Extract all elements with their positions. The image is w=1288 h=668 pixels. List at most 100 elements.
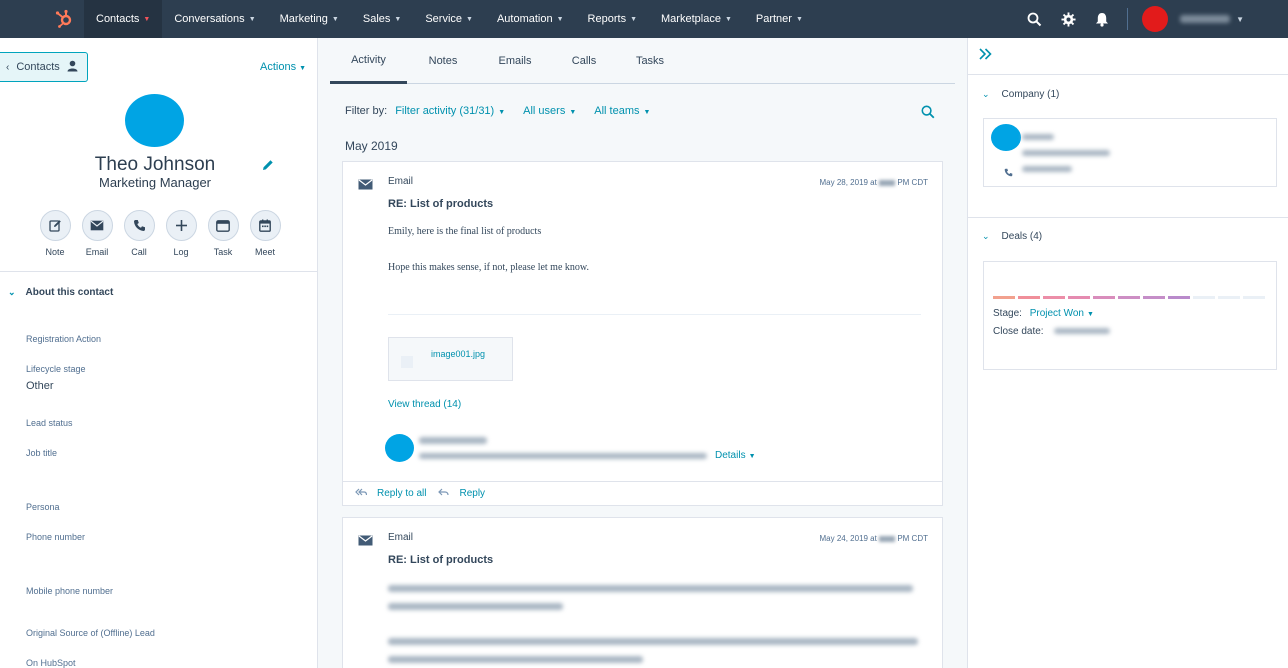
phone-icon[interactable] [123,210,155,241]
redacted-time [879,535,896,542]
nav-label: Partner [755,13,792,25]
nav-contacts[interactable]: Contacts ▼ [84,0,163,38]
nav-partner[interactable]: Partner ▼ [744,0,815,38]
redacted-close-date [1054,328,1110,334]
tab-calls[interactable]: Calls [551,38,617,84]
deals-section-toggle[interactable]: ⌄ Deals (4) [982,231,1042,242]
meet-action[interactable]: Meet [244,210,286,257]
actions-dropdown[interactable]: Actions ▼ [260,61,306,73]
tab-emails[interactable]: Emails [479,38,551,84]
tab-tasks[interactable]: Tasks [617,38,683,84]
property-value[interactable]: Other [26,380,54,392]
task-action[interactable]: Task [202,210,244,257]
nav-sales[interactable]: Sales ▼ [351,0,413,38]
email-subject[interactable]: RE: List of products [388,198,493,210]
pipeline-stage-segment [1018,296,1040,299]
filter-activity-dropdown[interactable]: Filter activity (31/31) ▼ [395,105,505,117]
month-header: May 2019 [345,139,398,153]
reply-all-icon[interactable] [355,488,368,500]
property-label: Lead status [26,418,73,428]
reply-icon[interactable] [438,488,450,500]
tab-label: Activity [351,53,386,66]
activity-timeline: Activity Notes Emails Calls Tasks Filter… [318,38,967,668]
stage-label: Stage: [993,308,1022,319]
pipeline-stage-segment [1118,296,1140,299]
log-action[interactable]: Log [160,210,202,257]
chevron-left-icon: ‹ [6,61,10,73]
note-action[interactable]: Note [34,210,76,257]
collapse-sidebar-icon[interactable] [979,47,992,65]
tab-notes[interactable]: Notes [407,38,479,84]
chevron-down-icon: ▼ [630,15,638,23]
chevron-down-icon[interactable]: ▼ [1236,15,1244,24]
property-label: Job title [26,448,58,458]
phone-icon [1004,164,1013,182]
all-teams-dropdown[interactable]: All teams ▼ [594,105,650,117]
pipeline-stage-segment [1193,296,1215,299]
email-activity-card[interactable]: Email May 28, 2019 at PM CDT RE: List of… [342,161,943,506]
bell-icon[interactable] [1085,0,1119,38]
envelope-icon[interactable] [81,210,113,241]
about-section-toggle[interactable]: ⌄ About this contact [8,287,113,298]
activity-tabs: Activity Notes Emails Calls Tasks [330,38,955,84]
email-activity-card[interactable]: Email May 24, 2019 at PM CDT RE: List of… [342,517,943,668]
pencil-icon[interactable] [39,210,71,241]
tab-label: Tasks [635,55,665,67]
nav-reports[interactable]: Reports ▼ [576,0,649,38]
contact-avatar[interactable] [125,94,184,147]
email-action[interactable]: Email [76,210,118,257]
all-users-dropdown[interactable]: All users ▼ [523,105,576,117]
chevron-down-icon: ▼ [248,15,256,23]
pipeline-stage-segment [1243,296,1265,299]
nav-service[interactable]: Service ▼ [413,0,485,38]
gear-icon[interactable] [1051,0,1085,38]
task-icon[interactable] [207,210,239,241]
chevron-down-icon: ▼ [643,109,651,116]
company-section-toggle[interactable]: ⌄ Company (1) [982,89,1059,100]
property-label: Mobile phone number [26,586,114,596]
reply-link[interactable]: Reply [459,488,485,499]
property-label: Original Source of (Offline) Lead [26,628,155,638]
back-to-contacts-button[interactable]: ‹ Contacts [0,52,88,82]
tab-activity[interactable]: Activity [330,38,407,84]
view-thread-link[interactable]: View thread (14) [388,399,461,410]
details-label: Details [715,450,746,461]
search-icon[interactable] [1017,0,1051,38]
nav-marketing[interactable]: Marketing ▼ [268,0,351,38]
deal-card[interactable]: Stage: Project Won ▼ Close date: [983,261,1277,370]
nav-automation[interactable]: Automation ▼ [485,0,576,38]
nav-marketplace[interactable]: Marketplace ▼ [649,0,744,38]
pipeline-stage-segment [1168,296,1190,299]
reply-all-link[interactable]: Reply to all [377,488,426,499]
stage-dropdown[interactable]: Project Won ▼ [1030,308,1094,319]
email-subject[interactable]: RE: List of products [388,554,493,566]
contact-job-title: Marketing Manager [99,175,211,190]
attachment-filename[interactable]: image001.jpg [431,349,485,359]
calendar-icon[interactable] [249,210,281,241]
redacted-sender [419,437,487,444]
redacted-body-line [388,656,643,663]
user-avatar[interactable] [1142,6,1169,32]
chevron-down-icon: ▼ [466,15,473,23]
chevron-down-icon: ⌄ [8,287,16,297]
attachment[interactable]: image001.jpg [388,337,513,381]
section-label: Company (1) [1001,89,1060,100]
date-text: May 24, 2019 at [819,534,877,543]
filter-label: All teams [594,105,640,117]
company-card[interactable] [983,118,1277,187]
nav-label: Automation [496,13,553,25]
activity-timestamp: May 24, 2019 at PM CDT [819,534,928,543]
tab-label: Notes [428,55,458,67]
hubspot-sprocket-icon[interactable] [44,0,84,38]
nav-conversations[interactable]: Conversations ▼ [162,0,267,38]
pipeline-stage-segment [1143,296,1165,299]
search-icon[interactable] [921,105,935,124]
redacted-company-name [1022,134,1054,140]
call-action[interactable]: Call [118,210,160,257]
divider [968,217,1288,218]
redacted-body-line [388,638,918,645]
action-label: Note [45,247,65,257]
details-dropdown[interactable]: Details ▼ [715,450,756,461]
plus-icon[interactable] [165,210,197,241]
edit-pencil-icon[interactable] [262,158,274,176]
